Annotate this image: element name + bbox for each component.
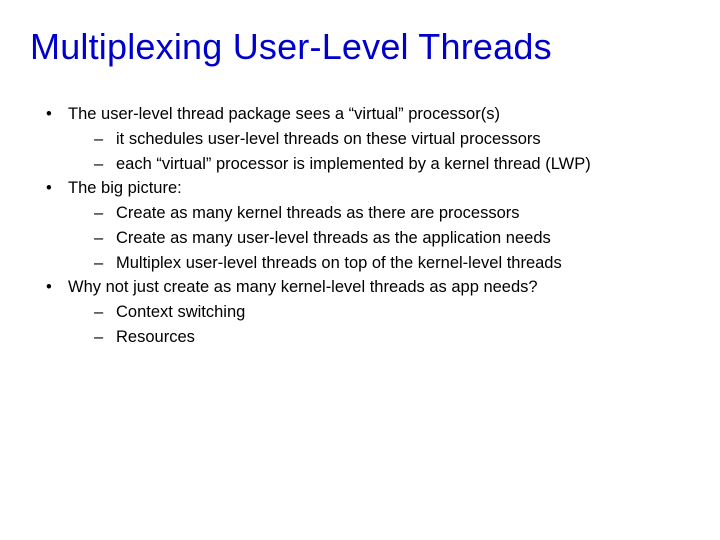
slide-title: Multiplexing User-Level Threads bbox=[30, 26, 690, 68]
list-item: Resources bbox=[88, 325, 690, 350]
list-item: it schedules user-level threads on these… bbox=[88, 127, 690, 152]
bullet-text: Create as many user-level threads as the… bbox=[116, 229, 551, 247]
bullet-text: Context switching bbox=[116, 303, 245, 321]
list-item: Create as many user-level threads as the… bbox=[88, 226, 690, 251]
bullet-text: The user-level thread package sees a “vi… bbox=[68, 105, 500, 123]
sub-list: it schedules user-level threads on these… bbox=[88, 127, 690, 177]
bullet-text: Multiplex user-level threads on top of t… bbox=[116, 254, 562, 272]
list-item: Context switching bbox=[88, 300, 690, 325]
sub-list: Context switching Resources bbox=[88, 300, 690, 350]
list-item: The big picture: Create as many kernel t… bbox=[40, 176, 690, 275]
bullet-text: The big picture: bbox=[68, 179, 182, 197]
list-item: Create as many kernel threads as there a… bbox=[88, 201, 690, 226]
bullet-text: each “virtual” processor is implemented … bbox=[116, 155, 591, 173]
bullet-text: Resources bbox=[116, 328, 195, 346]
list-item: each “virtual” processor is implemented … bbox=[88, 152, 690, 177]
bullet-text: Create as many kernel threads as there a… bbox=[116, 204, 520, 222]
slide: Multiplexing User-Level Threads The user… bbox=[0, 0, 720, 540]
bullet-text: Why not just create as many kernel-level… bbox=[68, 278, 538, 296]
list-item: Why not just create as many kernel-level… bbox=[40, 275, 690, 349]
list-item: The user-level thread package sees a “vi… bbox=[40, 102, 690, 176]
sub-list: Create as many kernel threads as there a… bbox=[88, 201, 690, 275]
list-item: Multiplex user-level threads on top of t… bbox=[88, 251, 690, 276]
bullet-text: it schedules user-level threads on these… bbox=[116, 130, 541, 148]
bullet-list: The user-level thread package sees a “vi… bbox=[40, 102, 690, 350]
